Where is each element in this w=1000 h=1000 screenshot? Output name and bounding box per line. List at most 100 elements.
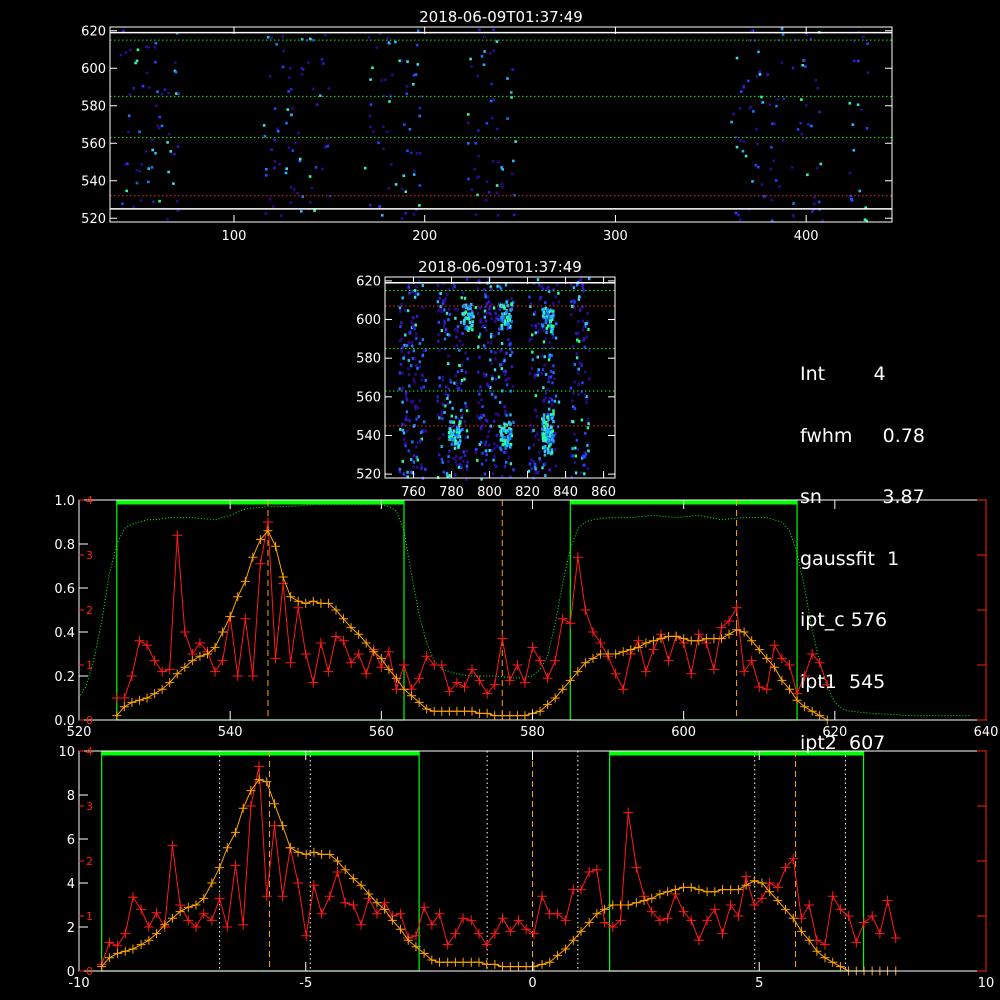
map-pixel <box>742 84 746 88</box>
map-pixel <box>760 183 764 186</box>
map-pixel <box>478 355 481 359</box>
map-pixel <box>768 103 772 107</box>
map-pixel <box>503 359 506 363</box>
map-pixel <box>140 163 143 166</box>
map-pixel <box>408 127 412 131</box>
plus-marker <box>716 634 726 644</box>
map-pixel <box>411 356 414 360</box>
map-pixel <box>290 113 293 117</box>
plus-marker <box>300 649 311 659</box>
map-pixel <box>473 167 476 171</box>
map-pixel <box>500 166 503 169</box>
plus-marker <box>356 919 367 930</box>
map-pixel <box>411 399 415 403</box>
plus-marker <box>119 693 130 703</box>
map-pixel <box>739 218 742 222</box>
plus-marker <box>233 592 243 602</box>
map-pixel <box>577 320 580 324</box>
map-pixel <box>552 412 555 416</box>
map-pixel <box>463 420 466 423</box>
map-pixel <box>497 331 500 335</box>
map-pixel <box>463 311 466 315</box>
map-pixel <box>537 438 540 442</box>
x-tick-label: 540 <box>218 725 243 740</box>
map-pixel <box>458 339 462 343</box>
map-pixel <box>816 86 819 90</box>
map-pixel <box>554 295 557 299</box>
map-pixel <box>571 345 575 349</box>
plus-marker <box>513 962 523 972</box>
map-pixel <box>507 323 510 327</box>
map-pixel <box>490 332 493 336</box>
map-pixel <box>511 351 514 354</box>
right-y-tick-label: 0 <box>86 965 93 978</box>
map-pixel <box>542 438 545 443</box>
map-pixel <box>310 186 314 190</box>
map-pixel <box>581 319 585 323</box>
map-pixel <box>441 417 444 421</box>
map-pixel <box>497 314 500 318</box>
map-pixel <box>850 199 854 202</box>
map-pixel <box>485 302 488 306</box>
map-pixel <box>498 327 501 331</box>
map-pixel <box>167 132 171 136</box>
map-pixel <box>494 357 497 361</box>
plus-marker <box>859 917 870 928</box>
map-pixel <box>301 68 305 71</box>
map-pixel <box>533 462 537 466</box>
plus-marker <box>519 677 530 688</box>
map-pixel <box>452 457 455 460</box>
map-pixel <box>496 284 499 288</box>
map-pixel <box>791 66 795 70</box>
map-pixel <box>453 446 457 450</box>
map-pixel <box>471 312 474 316</box>
map-pixel <box>866 71 870 74</box>
map-pixel <box>510 307 513 311</box>
fit-window <box>116 500 405 721</box>
map-pixel <box>529 337 532 341</box>
map-pixel <box>551 402 554 406</box>
map-pixel <box>487 300 491 304</box>
map-pixel <box>468 320 472 324</box>
map-pixel <box>480 440 483 444</box>
map-pixel <box>417 279 421 283</box>
plus-marker <box>498 962 508 972</box>
map-pixel <box>505 377 508 381</box>
map-pixel <box>483 374 487 378</box>
map-pixel <box>550 398 554 402</box>
map-pixel <box>424 378 427 382</box>
plus-marker <box>261 891 272 902</box>
map-pixel <box>772 122 776 125</box>
map-pixel <box>371 66 374 70</box>
map-pixel <box>121 202 124 205</box>
map-pixel <box>548 407 551 411</box>
map-pixel <box>574 471 578 475</box>
map-pixel <box>415 43 419 47</box>
plus-marker <box>332 867 343 877</box>
map-pixel <box>138 170 142 173</box>
plus-marker <box>686 668 697 679</box>
plus-marker <box>230 827 240 837</box>
x-tick-label: 5 <box>755 976 763 991</box>
y-tick-label: 0.0 <box>54 714 75 729</box>
map-pixel <box>457 435 460 439</box>
fit-window <box>608 751 865 972</box>
map-pixel <box>444 297 447 300</box>
map-pixel <box>456 327 459 331</box>
map-pixel <box>307 61 310 64</box>
map-pixel <box>460 296 463 300</box>
map-pixel <box>484 440 487 444</box>
map-pixel <box>546 440 550 444</box>
map-pixel <box>481 405 484 409</box>
map-pixel <box>454 316 457 320</box>
map-pixel <box>289 67 292 70</box>
map-pixel <box>436 399 439 403</box>
map-pixel <box>400 349 403 353</box>
map-pixel <box>780 61 784 64</box>
map-pixel <box>572 286 576 290</box>
map-pixel <box>398 59 401 63</box>
map-pixel <box>478 28 481 32</box>
plus-marker <box>254 761 265 772</box>
map-pixel <box>551 381 554 385</box>
map-pixel <box>528 462 532 466</box>
